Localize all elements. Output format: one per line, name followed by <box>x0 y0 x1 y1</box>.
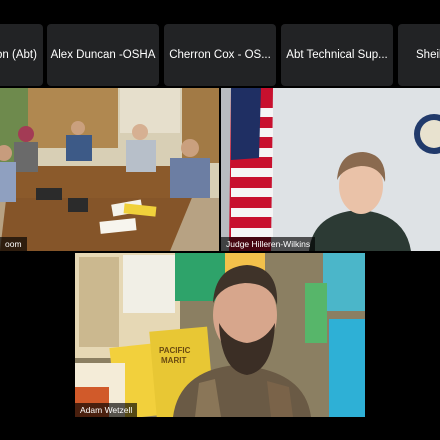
video-tile-judge[interactable]: Judge Hilleren-Wilkins <box>221 88 440 251</box>
participant-strip: on (Abt) Alex Duncan -OSHA Cherron Cox -… <box>0 24 440 86</box>
participant-name: Abt Technical Sup... <box>286 49 388 61</box>
participant-tile[interactable]: on (Abt) <box>0 24 43 86</box>
participant-tile[interactable]: Cherron Cox - OS... <box>164 24 276 86</box>
participant-name: Sheila <box>416 49 440 61</box>
participant-tile[interactable]: Sheila <box>398 24 440 86</box>
participant-name-tag: oom <box>0 237 27 251</box>
video-tile-conference-room[interactable]: oom <box>0 88 219 251</box>
participant-name: on (Abt) <box>0 49 37 61</box>
participant-tile[interactable]: Abt Technical Sup... <box>281 24 393 86</box>
participant-name-tag: Judge Hilleren-Wilkins <box>221 237 316 251</box>
participant-tile[interactable]: Alex Duncan -OSHA <box>47 24 159 86</box>
participant-name-tag: Adam Wetzell <box>75 403 138 417</box>
participant-name: Cherron Cox - OS... <box>169 49 271 61</box>
svg-text:MARIT: MARIT <box>161 356 186 365</box>
judge-scene <box>221 88 440 251</box>
speaker-scene: PACIFIC MARIT <box>75 253 365 417</box>
participant-name: Alex Duncan -OSHA <box>50 49 156 61</box>
svg-text:PACIFIC: PACIFIC <box>159 346 191 355</box>
video-tile-active-speaker[interactable]: PACIFIC MARIT Adam Wetzell <box>75 253 365 417</box>
conference-room-scene <box>0 88 219 251</box>
